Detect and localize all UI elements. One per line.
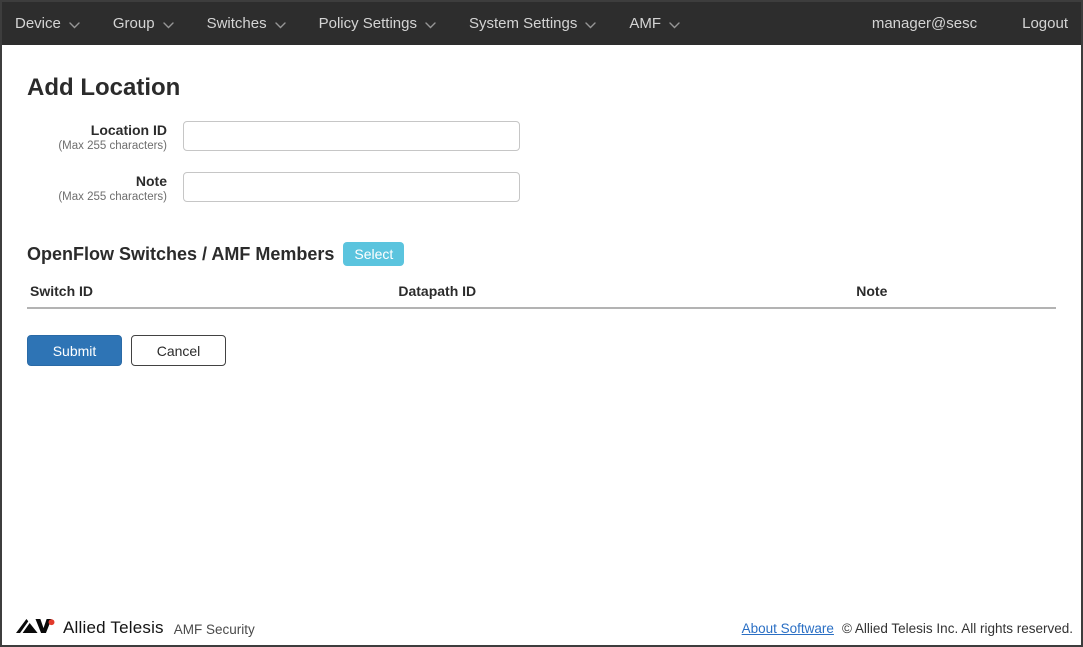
column-header-switch-id: Switch ID (27, 279, 396, 309)
form-row-location-id: Location ID (Max 255 characters) (27, 121, 1056, 154)
page-footer: Allied Telesis AMF Security About Softwa… (2, 612, 1081, 645)
chevron-down-icon (669, 16, 680, 33)
nav-item-policy-settings[interactable]: Policy Settings (319, 14, 436, 33)
cancel-button[interactable]: Cancel (131, 335, 226, 366)
main-menu: Device Group Switches Policy Settings Sy… (15, 14, 713, 33)
column-header-note: Note (853, 279, 1056, 309)
chevron-down-icon (162, 16, 174, 33)
form-row-note: Note (Max 255 characters) (27, 172, 1056, 205)
nav-item-device[interactable]: Device (15, 14, 80, 33)
note-input[interactable] (183, 172, 520, 202)
submit-button[interactable]: Submit (27, 335, 122, 366)
nav-item-label: Group (112, 15, 155, 32)
app-window: Device Group Switches Policy Settings Sy… (0, 0, 1083, 647)
note-hint: (Max 255 characters) (58, 191, 167, 203)
footer-brand-group: Allied Telesis AMF Security (16, 617, 255, 638)
chevron-down-icon (585, 16, 597, 33)
product-name: AMF Security (173, 622, 255, 637)
main-content: Add Location Location ID (Max 255 charac… (2, 74, 1081, 366)
location-id-hint: (Max 255 characters) (58, 140, 167, 152)
nav-item-amf[interactable]: AMF (629, 14, 680, 33)
navbar-right: manager@sesc Logout (872, 15, 1068, 32)
note-label: Note (135, 173, 167, 189)
nav-item-group[interactable]: Group (113, 14, 174, 33)
members-table: Switch ID Datapath ID Note (27, 279, 1056, 309)
logout-link[interactable]: Logout (1022, 15, 1068, 32)
allied-telesis-logo-icon (16, 617, 55, 638)
page-title: Add Location (27, 74, 181, 101)
nav-item-label: AMF (629, 15, 662, 32)
nav-item-label: Policy Settings (318, 15, 417, 32)
nav-item-switches[interactable]: Switches (207, 14, 286, 33)
location-id-label-group: Location ID (Max 255 characters) (27, 121, 167, 154)
select-members-button[interactable]: Select (343, 242, 405, 266)
location-id-input[interactable] (183, 121, 520, 151)
about-software-link[interactable]: About Software (742, 621, 834, 636)
column-header-datapath-id: Datapath ID (395, 279, 854, 309)
nav-item-label: System Settings (468, 15, 578, 32)
members-section-header: OpenFlow Switches / AMF Members Select (27, 242, 1056, 266)
chevron-down-icon (274, 16, 286, 33)
chevron-down-icon (425, 16, 436, 33)
location-id-label: Location ID (90, 122, 167, 138)
user-account-label: manager@sesc (871, 15, 978, 32)
members-table-header-row: Switch ID Datapath ID Note (27, 279, 1056, 309)
nav-item-label: Device (15, 15, 61, 32)
note-label-group: Note (Max 255 characters) (27, 172, 167, 205)
top-navbar: Device Group Switches Policy Settings Sy… (2, 2, 1081, 45)
copyright-text: © Allied Telesis Inc. All rights reserve… (841, 620, 1073, 636)
brand-name: Allied Telesis (63, 618, 164, 637)
form-actions: Submit Cancel (27, 335, 1056, 366)
footer-links-group: About Software © Allied Telesis Inc. All… (742, 621, 1073, 636)
nav-item-label: Switches (206, 15, 267, 32)
nav-item-system-settings[interactable]: System Settings (468, 14, 597, 33)
chevron-down-icon (69, 16, 80, 33)
add-location-form: Location ID (Max 255 characters) Note (M… (27, 121, 1056, 205)
members-section-title: OpenFlow Switches / AMF Members (27, 243, 335, 264)
